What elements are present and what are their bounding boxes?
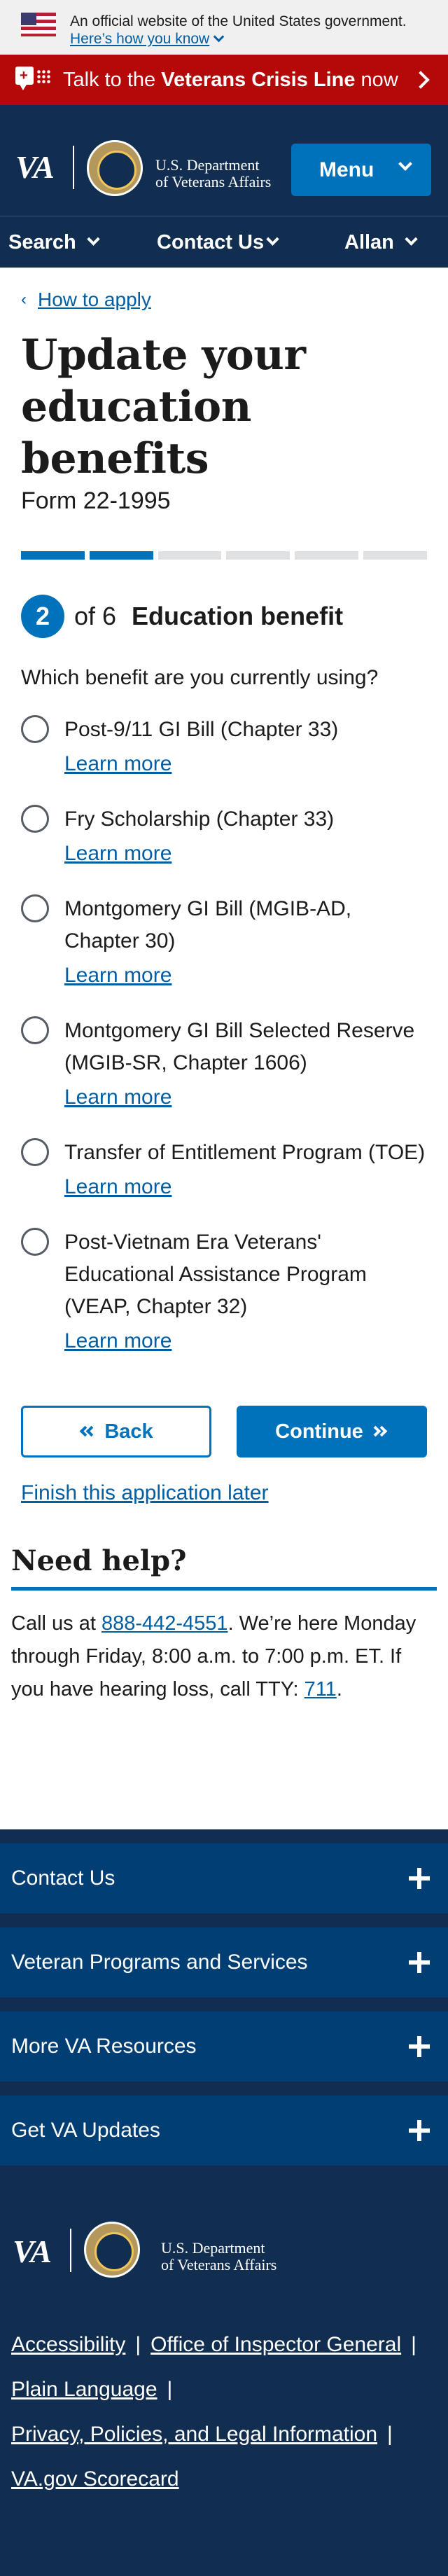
benefit-question: Which benefit are you currently using? [21, 666, 379, 689]
learn-more-link[interactable]: Learn more [64, 960, 427, 991]
plus-icon [409, 1868, 430, 1889]
continue-button[interactable]: Continue [237, 1406, 427, 1457]
double-chevron-right-icon [370, 1425, 388, 1437]
progress-segment [295, 551, 359, 560]
footer-accordion-contact-us[interactable]: Contact Us [0, 1843, 448, 1913]
option-post-911: Post-9/11 GI Bill (Chapter 33) Learn mor… [21, 714, 427, 780]
step-number: 2 [21, 595, 64, 638]
footer-links: Accessibility | Office of Inspector Genera… [11, 2333, 416, 2491]
radio-toe[interactable] [21, 1138, 49, 1166]
radio-mgib-sr[interactable] [21, 1016, 49, 1044]
double-chevron-left-icon [79, 1425, 97, 1437]
official-banner-text: An official website of the United States… [70, 13, 407, 29]
breadcrumb[interactable]: ‹ How to apply [21, 289, 427, 311]
us-flag-icon [21, 13, 56, 36]
need-help-text: Call us at 888-442-4551. We’re here Mond… [11, 1612, 416, 1701]
progress-segment [158, 551, 222, 560]
radio-mgib-ad[interactable] [21, 894, 49, 922]
finish-later-link[interactable]: Finish this application later [21, 1481, 427, 1505]
plus-icon [409, 1952, 430, 1973]
va-seal-icon [84, 2222, 140, 2278]
form-number: Form 22-1995 [21, 487, 171, 514]
progress-segment [226, 551, 290, 560]
footer-logo[interactable]: VA U.S. Department of Veterans Affairs [0, 2205, 448, 2317]
heres-how-you-know-link[interactable]: Here’s how you know [70, 31, 407, 48]
menu-button[interactable]: Menu [291, 144, 431, 196]
footer-link-accessibility[interactable]: Accessibility [11, 2333, 125, 2356]
va-logo[interactable]: VA [15, 151, 55, 183]
option-mgib-ad: Montgomery GI Bill (MGIB-AD, Chapter 30)… [21, 893, 427, 991]
option-label[interactable]: Post-9/11 GI Bill (Chapter 33) [64, 714, 427, 746]
chevron-down-icon [266, 232, 279, 246]
chevron-down-icon [398, 157, 412, 171]
plus-icon [409, 2036, 430, 2057]
footer-link-privacy[interactable]: Privacy, Policies, and Legal Information [11, 2423, 377, 2446]
step-title: Education benefit [132, 602, 344, 630]
progress-segment [21, 551, 85, 560]
benefit-options: Post-9/11 GI Bill (Chapter 33) Learn mor… [21, 714, 427, 1357]
option-label[interactable]: Transfer of Entitlement Program (TOE) [64, 1137, 427, 1169]
nav-user-menu[interactable]: Allan [344, 216, 418, 268]
radio-post-911[interactable] [21, 715, 49, 743]
progress-bar [21, 551, 427, 560]
crisis-line-icon: + [15, 67, 50, 93]
option-veap: Post-Vietnam Era Veterans' Educational A… [21, 1226, 427, 1357]
chevron-down-icon [213, 31, 225, 43]
official-gov-banner: An official website of the United States… [0, 0, 448, 55]
back-button[interactable]: Back [21, 1406, 211, 1457]
need-help-title: Need help? [11, 1544, 437, 1591]
option-mgib-sr: Montgomery GI Bill Selected Reserve (MGI… [21, 1015, 427, 1113]
footer-accordion-more-resources[interactable]: More VA Resources [0, 2011, 448, 2082]
department-name: U.S. Department of Veterans Affairs [155, 156, 272, 191]
learn-more-link[interactable]: Learn more [64, 838, 427, 869]
footer-link-scorecard[interactable]: VA.gov Scorecard [11, 2467, 179, 2491]
top-nav: Search Contact Us Allan [0, 216, 448, 268]
footer-link-plain-language[interactable]: Plain Language [11, 2378, 158, 2401]
chevron-down-icon [87, 232, 100, 246]
step-count: of 6 [74, 602, 117, 630]
footer-accordion-veteran-programs[interactable]: Veteran Programs and Services [0, 1927, 448, 1997]
chevron-right-icon [412, 71, 430, 89]
progress-segment [363, 551, 427, 560]
veterans-crisis-line-bar[interactable]: + Talk to the Veterans Crisis Line now [0, 55, 448, 105]
option-label[interactable]: Fry Scholarship (Chapter 33) [64, 803, 427, 836]
phone-link[interactable]: 888-442-4551 [102, 1612, 228, 1635]
crisis-line-text: Talk to the Veterans Crisis Line now [63, 68, 398, 91]
page-title: Update your education benefits [21, 331, 306, 483]
va-seal-icon [87, 140, 143, 196]
breadcrumb-how-to-apply[interactable]: How to apply [38, 289, 151, 311]
chevron-down-icon [405, 232, 418, 246]
need-help-section: Need help? Call us at 888-442-4551. We’r… [0, 1544, 448, 1706]
logo-divider [73, 146, 74, 189]
form-navigation: Back Continue [21, 1406, 427, 1457]
learn-more-link[interactable]: Learn more [64, 1326, 427, 1357]
chevron-left-icon: ‹ [21, 290, 27, 309]
step-header: 2 of 6 Education benefit [21, 595, 427, 638]
option-label[interactable]: Post-Vietnam Era Veterans' Educational A… [64, 1226, 393, 1323]
footer-link-oig[interactable]: Office of Inspector General [150, 2333, 401, 2356]
plus-icon [409, 2120, 430, 2141]
radio-veap[interactable] [21, 1228, 49, 1256]
nav-search[interactable]: Search [8, 216, 100, 268]
nav-contact-us[interactable]: Contact Us [157, 216, 279, 268]
learn-more-link[interactable]: Learn more [64, 1172, 427, 1203]
option-toe: Transfer of Entitlement Program (TOE) Le… [21, 1137, 427, 1203]
radio-fry-scholarship[interactable] [21, 805, 49, 833]
learn-more-link[interactable]: Learn more [64, 749, 427, 780]
learn-more-link[interactable]: Learn more [64, 1082, 427, 1113]
tty-link[interactable]: 711 [304, 1678, 337, 1701]
site-header: VA U.S. Department of Veterans Affairs M… [0, 105, 448, 216]
footer-accordion-get-updates[interactable]: Get VA Updates [0, 2096, 448, 2166]
page: An official website of the United States… [0, 0, 448, 2576]
main-content: ‹ How to apply Update your education ben… [0, 289, 448, 1505]
progress-segment [89, 551, 153, 560]
site-footer: Contact Us Veteran Programs and Services… [0, 1829, 448, 2576]
option-label[interactable]: Montgomery GI Bill (MGIB-AD, Chapter 30) [64, 893, 372, 957]
option-label[interactable]: Montgomery GI Bill Selected Reserve (MGI… [64, 1015, 428, 1079]
option-fry-scholarship: Fry Scholarship (Chapter 33) Learn more [21, 803, 427, 869]
